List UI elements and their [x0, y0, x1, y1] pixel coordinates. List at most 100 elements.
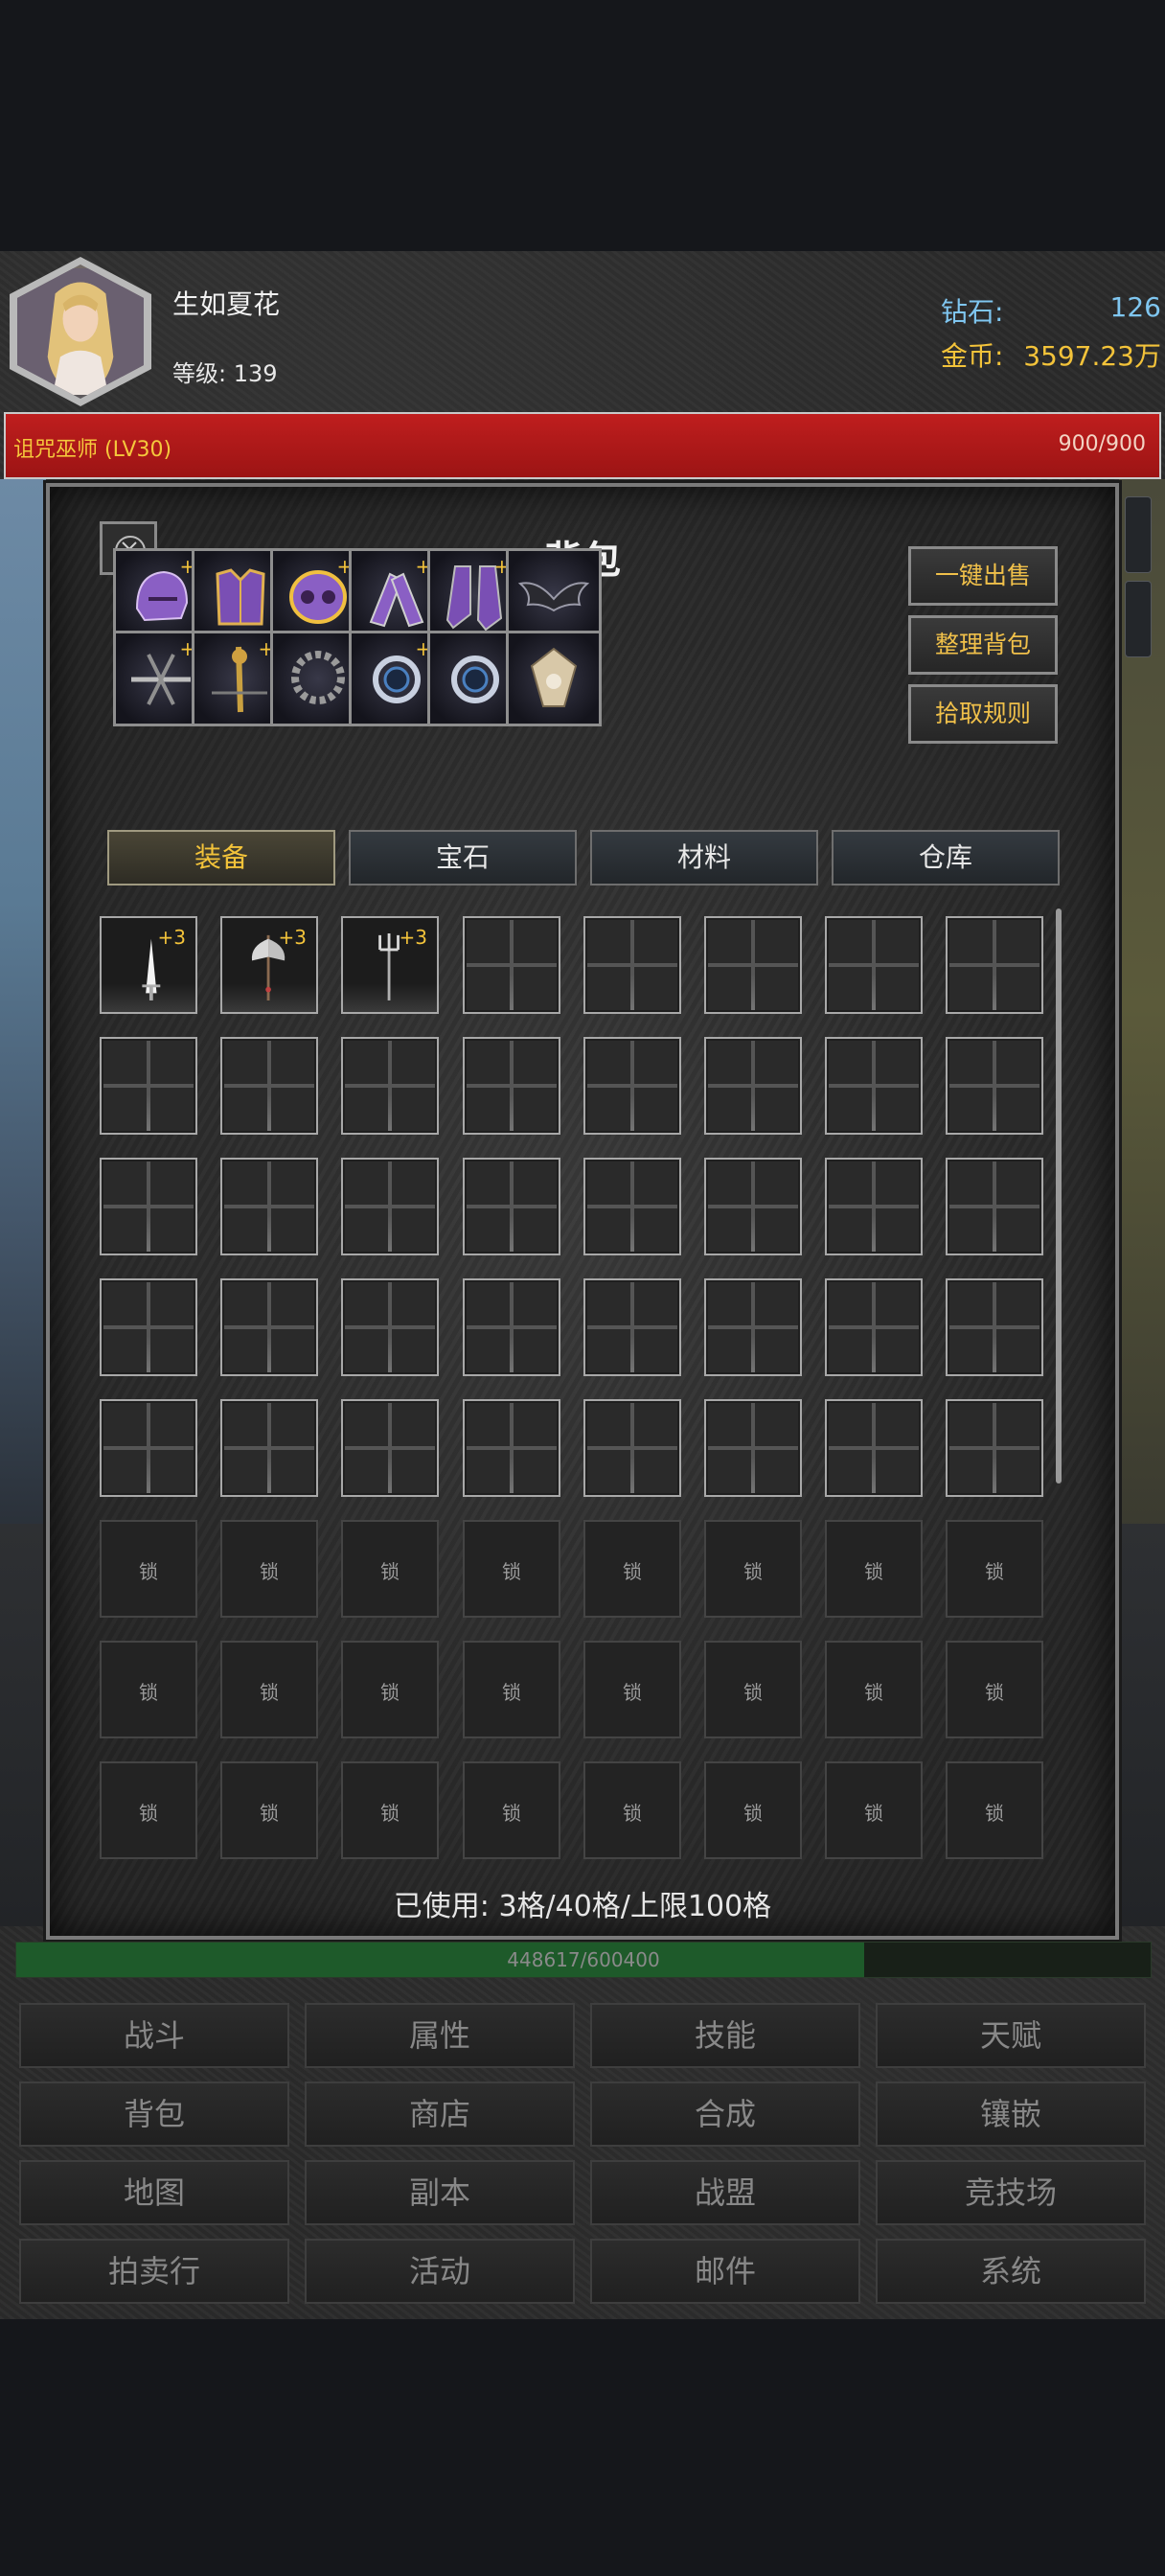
inventory-slot[interactable] — [825, 1399, 923, 1497]
tab-warehouse[interactable]: 仓库 — [832, 830, 1060, 886]
locked-slot[interactable]: 锁 — [220, 1641, 318, 1738]
inventory-slot[interactable] — [583, 1399, 681, 1497]
inventory-slot[interactable] — [946, 1278, 1043, 1376]
quick-sell-button[interactable]: 一键出售 — [908, 546, 1058, 606]
inventory-slot[interactable] — [946, 1158, 1043, 1255]
inventory-slot[interactable] — [341, 1399, 439, 1497]
inventory-slot[interactable] — [583, 1037, 681, 1135]
inventory-slot[interactable] — [825, 916, 923, 1014]
inventory-slot[interactable] — [341, 1158, 439, 1255]
loot-rules-button[interactable]: 拾取规则 — [908, 684, 1058, 744]
inventory-slot[interactable] — [704, 1399, 802, 1497]
inventory-slot[interactable] — [220, 1278, 318, 1376]
locked-slot[interactable]: 锁 — [704, 1641, 802, 1738]
inventory-item[interactable]: +3 — [220, 916, 318, 1014]
inventory-slot[interactable] — [220, 1399, 318, 1497]
equip-slot[interactable] — [506, 631, 602, 726]
inventory-slot[interactable] — [704, 1037, 802, 1135]
inventory-item[interactable]: +3 — [341, 916, 439, 1014]
inventory-slot[interactable] — [341, 1037, 439, 1135]
player-name: 生如夏花 — [172, 288, 281, 320]
menu-map-button[interactable]: 地图 — [19, 2160, 289, 2225]
locked-slot[interactable]: 锁 — [825, 1641, 923, 1738]
locked-slot[interactable]: 锁 — [341, 1641, 439, 1738]
menu-battle-button[interactable]: 战斗 — [19, 2003, 289, 2068]
locked-slot[interactable]: 锁 — [100, 1761, 197, 1859]
locked-slot[interactable]: 锁 — [825, 1520, 923, 1618]
inventory-slot[interactable] — [704, 916, 802, 1014]
inventory-slot[interactable] — [946, 1399, 1043, 1497]
locked-slot[interactable]: 锁 — [704, 1761, 802, 1859]
lock-label: 锁 — [139, 1681, 158, 1704]
inventory-item[interactable]: +3 — [100, 916, 197, 1014]
inventory-slot[interactable] — [825, 1278, 923, 1376]
menu-guild-button[interactable]: 战盟 — [590, 2160, 860, 2225]
locked-slot[interactable]: 锁 — [583, 1641, 681, 1738]
locked-slot[interactable]: 锁 — [341, 1761, 439, 1859]
menu-shop-button[interactable]: 商店 — [305, 2082, 575, 2147]
inventory-scrollbar[interactable] — [1056, 908, 1062, 1484]
locked-slot[interactable]: 锁 — [583, 1520, 681, 1618]
inventory-grid[interactable]: +3 +3 +3 锁锁锁锁锁锁锁锁锁锁锁锁锁锁锁锁锁锁锁锁锁锁锁锁 — [100, 916, 1058, 1942]
locked-slot[interactable]: 锁 — [946, 1520, 1043, 1618]
amulet-icon — [530, 647, 578, 707]
menu-events-button[interactable]: 活动 — [305, 2239, 575, 2304]
inventory-slot[interactable] — [704, 1158, 802, 1255]
inventory-slot[interactable] — [100, 1278, 197, 1376]
menu-attributes-button[interactable]: 属性 — [305, 2003, 575, 2068]
inventory-slot[interactable] — [220, 1158, 318, 1255]
inventory-slot[interactable] — [100, 1399, 197, 1497]
locked-slot[interactable]: 锁 — [100, 1520, 197, 1618]
locked-slot[interactable]: 锁 — [220, 1761, 318, 1859]
menu-talent-button[interactable]: 天赋 — [876, 2003, 1146, 2068]
inventory-slot[interactable] — [704, 1278, 802, 1376]
inventory-slot[interactable] — [463, 1399, 560, 1497]
menu-crafting-button[interactable]: 合成 — [590, 2082, 860, 2147]
menu-inlay-button[interactable]: 镶嵌 — [876, 2082, 1146, 2147]
locked-slot[interactable]: 锁 — [100, 1641, 197, 1738]
menu-dungeon-button[interactable]: 副本 — [305, 2160, 575, 2225]
locked-slot[interactable]: 锁 — [463, 1641, 560, 1738]
inventory-slot[interactable] — [583, 1278, 681, 1376]
inventory-slot[interactable] — [583, 1158, 681, 1255]
diamond-label: 钻石: — [941, 296, 1004, 328]
inventory-slot[interactable] — [946, 916, 1043, 1014]
locked-slot[interactable]: 锁 — [704, 1520, 802, 1618]
inventory-slot[interactable] — [463, 1158, 560, 1255]
equip-slot[interactable] — [506, 548, 602, 644]
side-tab-top[interactable] — [1125, 496, 1152, 573]
menu-skills-button[interactable]: 技能 — [590, 2003, 860, 2068]
locked-slot[interactable]: 锁 — [463, 1520, 560, 1618]
locked-slot[interactable]: 锁 — [946, 1761, 1043, 1859]
side-tab-second[interactable] — [1125, 581, 1152, 657]
locked-slot[interactable]: 锁 — [825, 1761, 923, 1859]
inventory-slot[interactable] — [100, 1158, 197, 1255]
inventory-slot[interactable] — [341, 1278, 439, 1376]
enhance-level: +3 — [278, 926, 307, 949]
inventory-slot[interactable] — [463, 1037, 560, 1135]
tab-materials[interactable]: 材料 — [590, 830, 818, 886]
locked-slot[interactable]: 锁 — [220, 1520, 318, 1618]
menu-auction-button[interactable]: 拍卖行 — [19, 2239, 289, 2304]
locked-slot[interactable]: 锁 — [463, 1761, 560, 1859]
locked-slot[interactable]: 锁 — [341, 1520, 439, 1618]
menu-arena-button[interactable]: 竞技场 — [876, 2160, 1146, 2225]
ring-icon — [451, 656, 499, 703]
inventory-slot[interactable] — [946, 1037, 1043, 1135]
menu-bag-button[interactable]: 背包 — [19, 2082, 289, 2147]
tab-gems[interactable]: 宝石 — [349, 830, 577, 886]
tab-equipment[interactable]: 装备 — [107, 830, 335, 886]
inventory-slot[interactable] — [220, 1037, 318, 1135]
sort-bag-button[interactable]: 整理背包 — [908, 615, 1058, 675]
inventory-slot[interactable] — [583, 916, 681, 1014]
menu-system-button[interactable]: 系统 — [876, 2239, 1146, 2304]
menu-mail-button[interactable]: 邮件 — [590, 2239, 860, 2304]
inventory-slot[interactable] — [825, 1158, 923, 1255]
inventory-slot[interactable] — [463, 1278, 560, 1376]
locked-slot[interactable]: 锁 — [583, 1761, 681, 1859]
portrait-icon — [17, 268, 144, 395]
inventory-slot[interactable] — [100, 1037, 197, 1135]
inventory-slot[interactable] — [825, 1037, 923, 1135]
locked-slot[interactable]: 锁 — [946, 1641, 1043, 1738]
inventory-slot[interactable] — [463, 916, 560, 1014]
